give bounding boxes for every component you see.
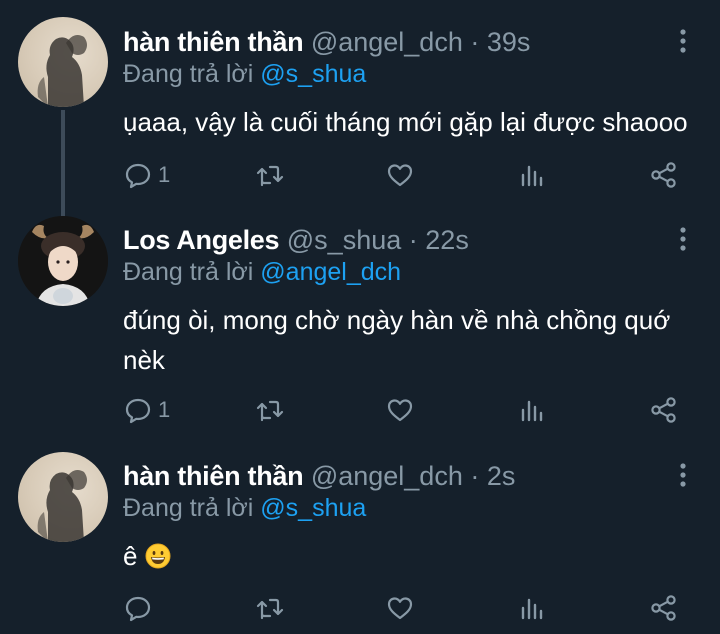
reply-prefix: Đang trả lời [123,494,254,522]
timestamp[interactable]: 2s [487,461,516,491]
username[interactable]: @angel_dch [311,461,463,491]
like-icon [387,399,413,422]
tweet[interactable]: hàn thiên thần @angel_dch · 2s Đang trả … [0,448,720,634]
reply-count: 1 [158,162,171,187]
timestamp[interactable]: 22s [425,225,469,255]
shadow-avatar-icon [37,470,87,542]
reply-button[interactable]: 1 [124,392,170,428]
reply-context: Đang trả lời @s_shua [123,56,366,92]
stats-button[interactable] [518,590,546,626]
stats-button[interactable] [518,157,546,193]
share-icon [651,595,676,621]
reply-handle[interactable]: @angel_dch [260,258,401,286]
retweet-button[interactable] [255,392,285,428]
action-bar [0,590,720,626]
reply-prefix: Đang trả lời [123,60,254,88]
stats-icon [521,400,543,422]
like-icon [387,164,413,187]
reply-icon [125,596,151,622]
stats-button[interactable] [518,392,546,428]
person-avatar-icon [18,216,108,306]
shadow-avatar-icon [37,35,87,107]
stats-icon [521,165,543,187]
like-button[interactable] [386,392,414,428]
share-icon [651,397,676,423]
reply-count: 1 [158,397,171,422]
avatar[interactable] [18,17,108,107]
grinning-face-emoji [145,543,171,569]
like-button[interactable] [386,157,414,193]
retweet-icon [256,165,284,187]
username[interactable]: @s_shua [287,225,401,255]
retweet-icon [256,400,284,422]
reply-handle[interactable]: @s_shua [260,494,366,522]
display-name[interactable]: hàn thiên thần [123,461,304,491]
retweet-button[interactable] [255,590,285,626]
action-bar: 1 [0,392,720,428]
avatar[interactable] [18,216,108,306]
reply-button[interactable] [124,590,158,626]
reply-prefix: Đang trả lời [123,258,254,286]
stats-icon [521,598,543,620]
tweet-text-content: ê [123,541,138,571]
retweet-button[interactable] [255,157,285,193]
tweet[interactable]: hàn thiên thần @angel_dch · 39s Đang trả… [0,0,720,225]
share-icon [651,162,676,188]
like-icon [387,597,413,620]
tweet-text: ụaaa, vậy là cuối tháng mới gặp lại được… [123,107,688,137]
reply-handle[interactable]: @s_shua [260,60,366,88]
timestamp[interactable]: 39s [487,27,531,57]
retweet-icon [256,598,284,620]
reply-context: Đang trả lời @angel_dch [123,254,401,290]
reply-button[interactable]: 1 [124,157,170,193]
separator: · [470,27,480,57]
share-button[interactable] [650,392,678,428]
like-button[interactable] [386,590,414,626]
tweet[interactable]: Los Angeles @s_shua · 22s Đang trả lời @… [0,212,720,447]
display-name[interactable]: hàn thiên thần [123,27,304,57]
reply-context: Đang trả lời @s_shua [123,490,366,526]
more-options-icon[interactable] [676,226,690,252]
separator: · [408,225,418,255]
separator: · [470,461,480,491]
avatar[interactable] [18,452,108,542]
more-options-icon[interactable] [676,28,690,54]
more-options-icon[interactable] [676,462,690,488]
action-bar: 1 [0,157,720,193]
username[interactable]: @angel_dch [311,27,463,57]
reply-icon [125,163,151,189]
tweet-text: ê [123,536,703,576]
reply-icon [125,398,151,424]
display-name[interactable]: Los Angeles [123,225,280,255]
share-button[interactable] [650,590,678,626]
share-button[interactable] [650,157,678,193]
tweet-text: đúng òi, mong chờ ngày hàn về nhà chồng … [123,305,671,375]
